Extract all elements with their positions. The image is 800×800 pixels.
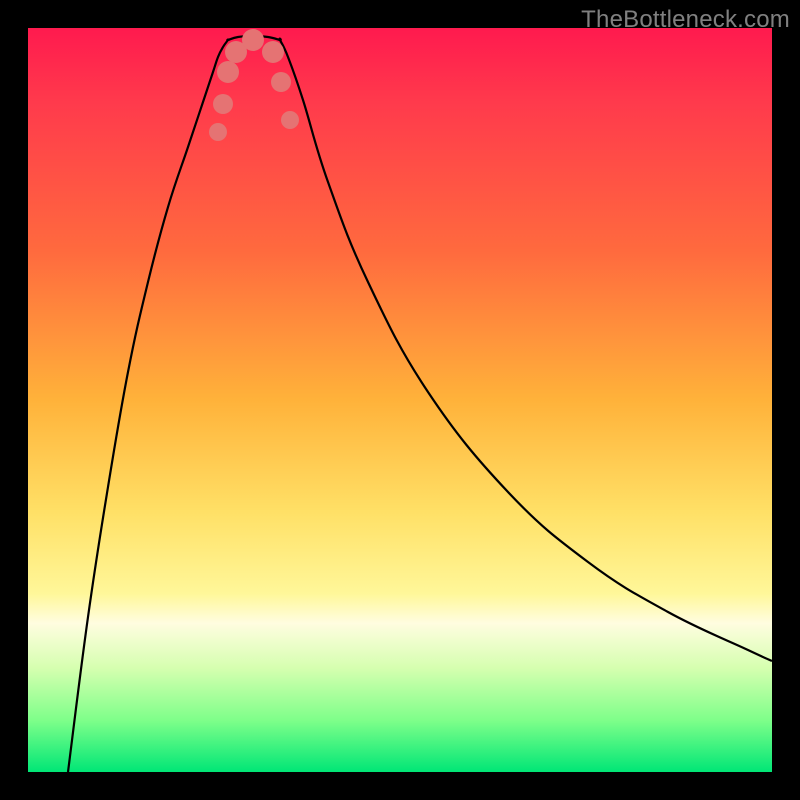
marker-dot <box>281 111 299 129</box>
watermark-text: TheBottleneck.com <box>581 6 790 34</box>
chart-svg <box>28 28 772 772</box>
chart-frame: TheBottleneck.com <box>0 0 800 800</box>
marker-dot <box>262 41 284 63</box>
curve-line <box>68 36 772 772</box>
marker-dot <box>213 94 233 114</box>
marker-dot <box>209 123 227 141</box>
plot-area <box>28 28 772 772</box>
marker-dot <box>271 72 291 92</box>
marker-dot <box>217 61 239 83</box>
marker-dot <box>242 29 264 51</box>
